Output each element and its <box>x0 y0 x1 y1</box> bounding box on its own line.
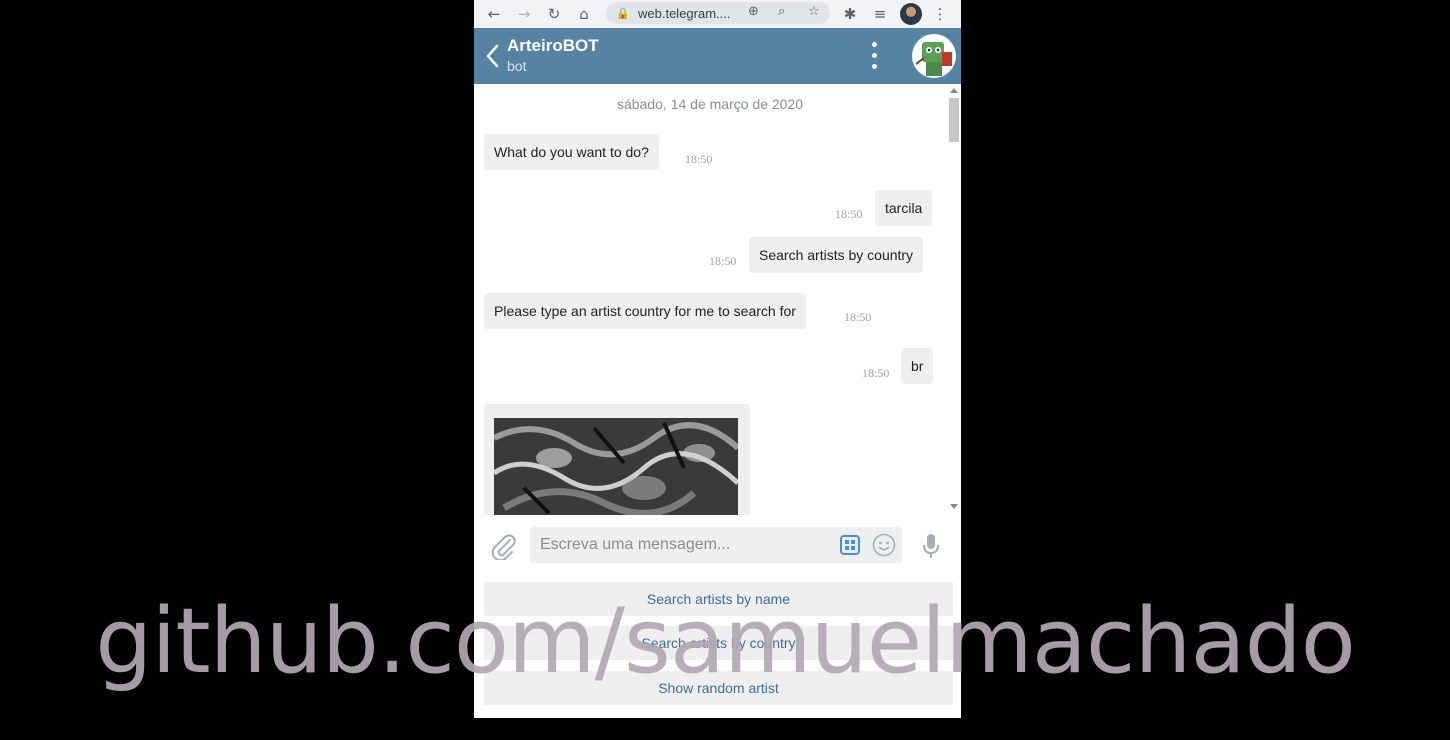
address-bar[interactable]: 🔒 web.telegram.... ⊕ ⌕ ☆ <box>606 2 830 24</box>
message-composer <box>474 515 961 575</box>
back-arrow-icon[interactable]: ← <box>484 4 504 24</box>
scroll-down-arrow-icon[interactable] <box>950 504 958 509</box>
message-time: 18:50 <box>835 207 863 221</box>
bot-avatar[interactable] <box>912 34 956 78</box>
outgoing-message: br <box>901 348 934 384</box>
chat-title[interactable]: ArteiroBOT <box>507 36 599 56</box>
message-time: 18:50 <box>709 254 737 268</box>
message-time: 18:50 <box>862 366 890 380</box>
message-text: Search artists by country <box>759 247 914 263</box>
chevron-left-icon[interactable] <box>484 42 502 70</box>
outgoing-message: Search artists by country <box>749 237 924 273</box>
paperclip-icon[interactable] <box>490 532 516 560</box>
message-text: br <box>911 358 924 374</box>
emoji-icon[interactable] <box>872 533 896 557</box>
photo-message[interactable] <box>484 404 750 515</box>
home-icon[interactable]: ⌂ <box>574 4 594 24</box>
browser-menu-icon[interactable]: ⋮ <box>930 4 950 24</box>
message-text: What do you want to do? <box>494 144 649 160</box>
keyboard-button-search-by-country[interactable]: Search artists by country <box>484 626 953 660</box>
date-divider: sábado, 14 de março de 2020 <box>616 96 804 112</box>
scrollbar-thumb[interactable] <box>949 98 959 142</box>
install-icon[interactable]: ⊕ <box>748 4 759 19</box>
incoming-message: What do you want to do? <box>484 134 659 170</box>
message-time: 18:50 <box>844 310 872 324</box>
robot-painter-icon <box>915 42 952 76</box>
message-time: 18:50 <box>685 152 713 166</box>
outgoing-message: tarcila <box>875 190 933 226</box>
artwork-painting-image <box>494 418 738 515</box>
profile-avatar[interactable] <box>900 3 922 25</box>
lock-icon: 🔒 <box>616 7 630 20</box>
message-text: tarcila <box>885 200 923 216</box>
keyboard-button-search-by-name[interactable]: Search artists by name <box>484 582 953 616</box>
message-text: Please type an artist country for me to … <box>494 303 796 319</box>
chat-header: ArteiroBOT bot <box>474 28 961 84</box>
zoom-icon[interactable]: ⌕ <box>778 4 785 19</box>
bottom-black-strip <box>0 718 1450 740</box>
keyboard-button-random-artist[interactable]: Show random artist <box>484 671 953 705</box>
bookmark-star-icon[interactable]: ☆ <box>808 4 820 19</box>
telegram-web-window: ← → ↻ ⌂ 🔒 web.telegram.... ⊕ ⌕ ☆ ✱ ≡ ⋮ A… <box>474 0 961 718</box>
bot-keyboard-icon[interactable] <box>840 535 860 555</box>
more-options-icon[interactable] <box>864 40 884 72</box>
chat-subtitle: bot <box>507 58 527 74</box>
incoming-message: Please type an artist country for me to … <box>484 293 806 329</box>
url-text: web.telegram.... <box>638 5 731 21</box>
media-control-icon[interactable]: ≡ <box>870 4 890 24</box>
artwork-image[interactable] <box>494 418 738 515</box>
scroll-up-arrow-icon[interactable] <box>950 88 958 93</box>
message-history[interactable]: sábado, 14 de março de 2020 What do you … <box>474 84 961 515</box>
forward-arrow-icon[interactable]: → <box>514 4 534 24</box>
reload-icon[interactable]: ↻ <box>544 4 564 24</box>
microphone-icon[interactable] <box>922 532 940 560</box>
extensions-icon[interactable]: ✱ <box>840 4 860 24</box>
browser-toolbar: ← → ↻ ⌂ 🔒 web.telegram.... ⊕ ⌕ ☆ ✱ ≡ ⋮ <box>474 0 961 28</box>
chat-scrollbar[interactable] <box>947 84 961 515</box>
